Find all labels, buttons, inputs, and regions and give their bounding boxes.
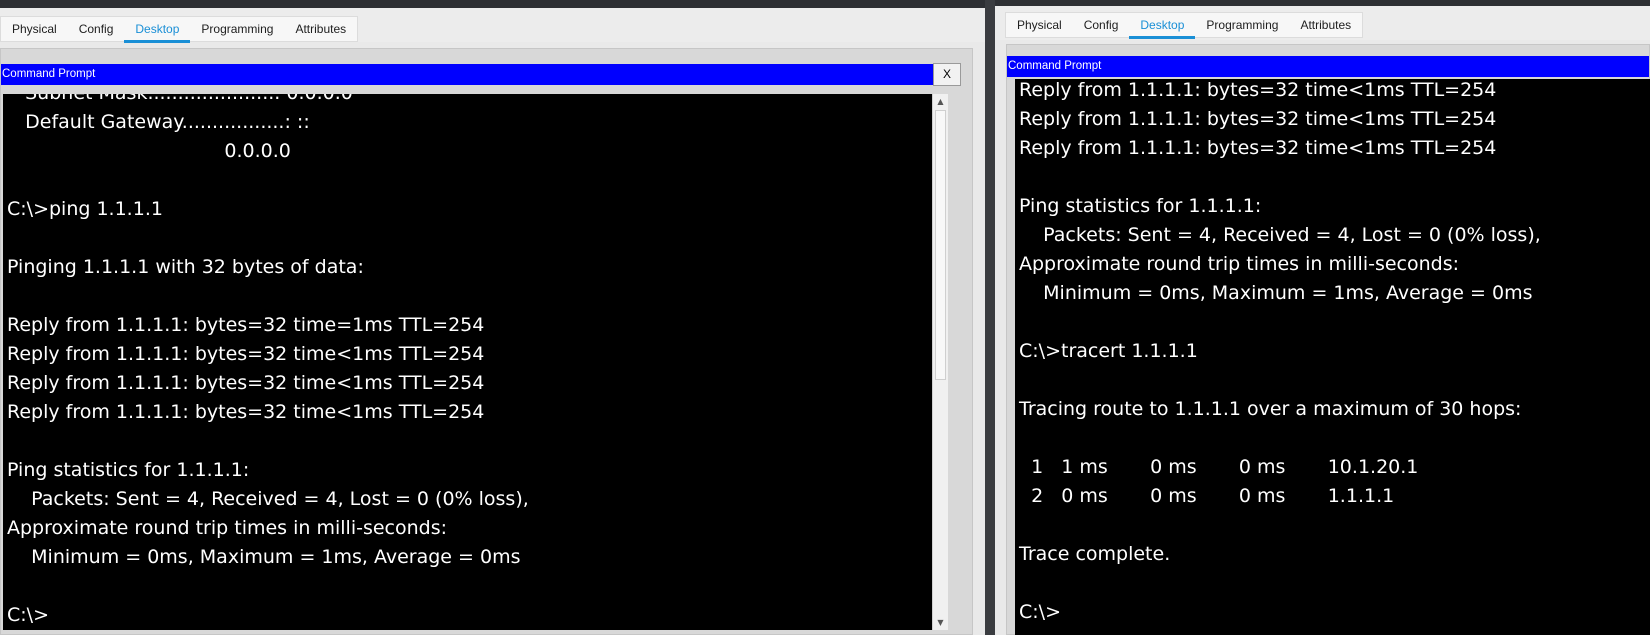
- terminal-line: Packets: Sent = 4, Received = 4, Lost = …: [1019, 224, 1541, 246]
- desktop-panel: Command Prompt X Subnet Mask............…: [0, 48, 973, 635]
- terminal-line: Minimum = 0ms, Maximum = 1ms, Average = …: [7, 546, 521, 568]
- tab-physical[interactable]: Physical: [1, 17, 68, 43]
- window-divider: [985, 0, 995, 635]
- tab-physical[interactable]: Physical: [1006, 13, 1073, 39]
- scroll-down-arrow-icon[interactable]: ▼: [933, 615, 948, 630]
- terminal-line: Reply from 1.1.1.1: bytes=32 time<1ms TT…: [1019, 108, 1497, 130]
- terminal-line: Tracing route to 1.1.1.1 over a maximum …: [1019, 398, 1522, 420]
- terminal-line: Reply from 1.1.1.1: bytes=32 time<1ms TT…: [7, 401, 485, 423]
- vertical-scrollbar[interactable]: ▲ ▼: [932, 94, 948, 630]
- scroll-thumb[interactable]: [935, 110, 946, 380]
- tab-config[interactable]: Config: [1073, 13, 1130, 39]
- terminal-line: Ping statistics for 1.1.1.1:: [1019, 195, 1262, 217]
- terminal-line: Approximate round trip times in milli-se…: [7, 517, 448, 539]
- terminal-lines: Subnet Mask...................... 0.0.0.…: [7, 94, 529, 630]
- terminal-line: C:\>tracert 1.1.1.1: [1019, 340, 1198, 362]
- terminal-line: Reply from 1.1.1.1: bytes=32 time<1ms TT…: [7, 372, 485, 394]
- tab-config[interactable]: Config: [68, 17, 125, 43]
- tab-list: Physical Config Desktop Programming Attr…: [1005, 12, 1364, 39]
- terminal-lines: Reply from 1.1.1.1: bytes=32 time<1ms TT…: [1019, 79, 1541, 627]
- terminal-output[interactable]: Subnet Mask...................... 0.0.0.…: [3, 94, 948, 630]
- terminal-prompt: C:\>: [7, 604, 49, 626]
- desktop-panel: Command Prompt Reply from 1.1.1.1: bytes…: [1006, 44, 1650, 635]
- pc-window-left: Physical Config Desktop Programming Attr…: [0, 8, 985, 635]
- terminal-line: Trace complete.: [1019, 543, 1171, 565]
- terminal-line: Reply from 1.1.1.1: bytes=32 time=1ms TT…: [7, 314, 485, 336]
- terminal-line: C:\>ping 1.1.1.1: [7, 198, 163, 220]
- tab-desktop[interactable]: Desktop: [124, 17, 191, 43]
- terminal-line: Packets: Sent = 4, Received = 4, Lost = …: [7, 488, 529, 510]
- terminal-line: 2 0 ms 0 ms 0 ms 1.1.1.1: [1019, 485, 1395, 507]
- terminal-line: 0.0.0.0: [7, 140, 291, 162]
- terminal-line: Reply from 1.1.1.1: bytes=32 time<1ms TT…: [1019, 79, 1497, 101]
- terminal-line: Pinging 1.1.1.1 with 32 bytes of data:: [7, 256, 364, 278]
- tab-bar: Physical Config Desktop Programming Attr…: [995, 6, 1650, 40]
- terminal-prompt: C:\>: [1019, 601, 1061, 623]
- terminal-line: Reply from 1.1.1.1: bytes=32 time<1ms TT…: [7, 343, 485, 365]
- window-title: Command Prompt: [2, 68, 96, 80]
- terminal-line: 1 1 ms 0 ms 0 ms 10.1.20.1: [1019, 456, 1419, 478]
- terminal-line: Approximate round trip times in milli-se…: [1019, 253, 1460, 275]
- terminal-line: Ping statistics for 1.1.1.1:: [7, 459, 250, 481]
- terminal-line: Default Gateway.................: ::: [7, 111, 310, 133]
- tab-programming[interactable]: Programming: [190, 17, 284, 43]
- tab-attributes[interactable]: Attributes: [284, 17, 357, 43]
- scroll-up-arrow-icon[interactable]: ▲: [933, 94, 948, 109]
- tab-bar: Physical Config Desktop Programming Attr…: [0, 8, 985, 43]
- terminal-line: Reply from 1.1.1.1: bytes=32 time<1ms TT…: [1019, 137, 1497, 159]
- terminal-line: Subnet Mask...................... 0.0.0.…: [7, 94, 529, 108]
- terminal-line: Minimum = 0ms, Maximum = 1ms, Average = …: [1019, 282, 1533, 304]
- terminal-output[interactable]: Reply from 1.1.1.1: bytes=32 time<1ms TT…: [1015, 79, 1650, 635]
- window-title: Command Prompt: [1008, 60, 1102, 72]
- close-button[interactable]: X: [933, 63, 961, 86]
- tab-attributes[interactable]: Attributes: [1289, 13, 1362, 39]
- tab-programming[interactable]: Programming: [1195, 13, 1289, 39]
- tab-desktop[interactable]: Desktop: [1129, 13, 1196, 39]
- command-prompt-titlebar: Command Prompt X: [1, 63, 961, 86]
- pc-window-right: Physical Config Desktop Programming Attr…: [995, 6, 1650, 635]
- tab-list: Physical Config Desktop Programming Attr…: [0, 16, 359, 43]
- command-prompt-titlebar: Command Prompt: [1007, 56, 1649, 77]
